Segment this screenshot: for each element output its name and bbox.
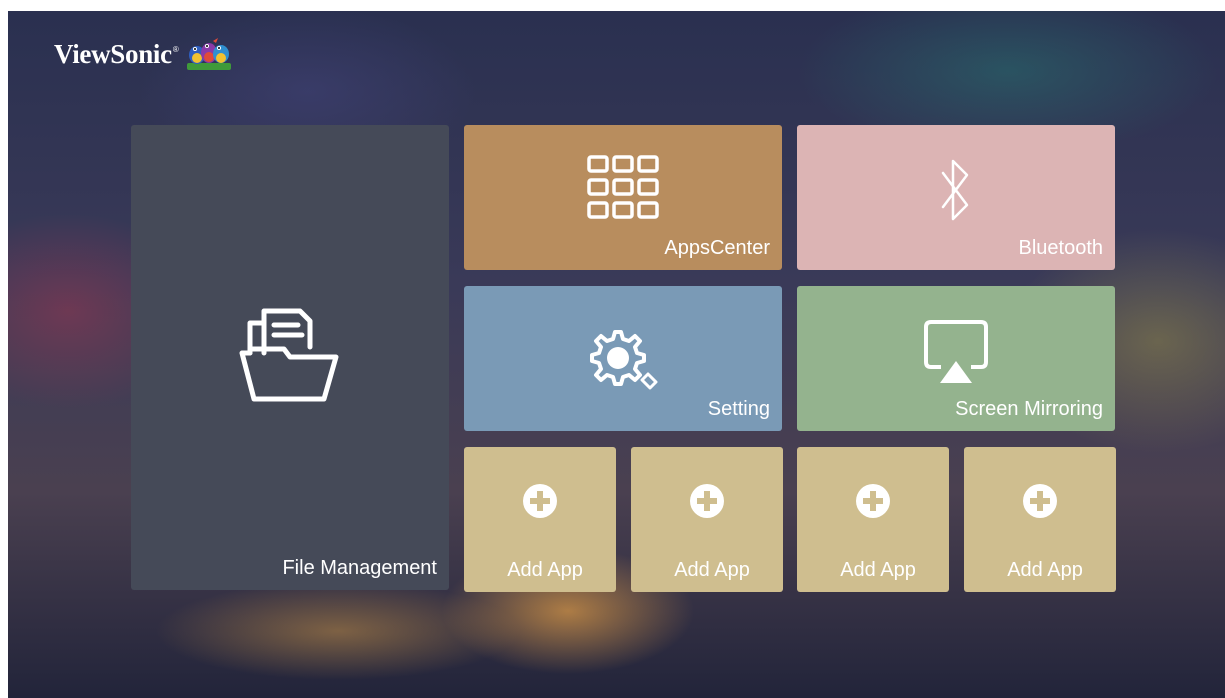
tile-file-management[interactable]: File Management <box>131 125 449 590</box>
tile-add-app[interactable]: Add App <box>464 447 616 592</box>
plus-circle-icon <box>523 484 557 518</box>
tile-label: Add App <box>507 559 583 581</box>
apps-grid-icon <box>587 155 659 219</box>
tile-bluetooth[interactable]: Bluetooth <box>797 125 1115 270</box>
birds-logo-icon <box>186 38 231 70</box>
plus-circle-icon <box>1023 484 1057 518</box>
bluetooth-icon <box>941 159 969 221</box>
tile-add-app[interactable]: Add App <box>631 447 783 592</box>
plus-circle-icon <box>690 484 724 518</box>
tile-screen-mirroring[interactable]: Screen Mirroring <box>797 286 1115 431</box>
brand-name: ViewSonic <box>54 38 172 69</box>
brand-logo: ViewSonic ® <box>54 35 233 73</box>
tile-label: Setting <box>707 398 770 420</box>
tile-setting[interactable]: Setting <box>464 286 782 431</box>
tile-apps-center[interactable]: AppsCenter <box>464 125 782 270</box>
tile-label: Add App <box>1007 559 1083 581</box>
gear-icon <box>590 330 658 390</box>
registered-mark: ® <box>172 44 179 54</box>
tile-add-app[interactable]: Add App <box>797 447 949 592</box>
tile-label: Add App <box>674 559 750 581</box>
folder-documents-icon <box>239 308 339 402</box>
plus-circle-icon <box>856 484 890 518</box>
tile-label: AppsCenter <box>664 237 770 259</box>
tile-label: Bluetooth <box>1018 237 1103 259</box>
tile-add-app[interactable]: Add App <box>964 447 1116 592</box>
launcher-screen: ViewSonic ® File Management AppsCenter B… <box>8 11 1225 698</box>
tile-label: Add App <box>840 559 916 581</box>
tile-label: Screen Mirroring <box>955 398 1103 420</box>
tile-label: File Management <box>282 557 437 579</box>
screen-mirror-icon <box>924 320 988 383</box>
